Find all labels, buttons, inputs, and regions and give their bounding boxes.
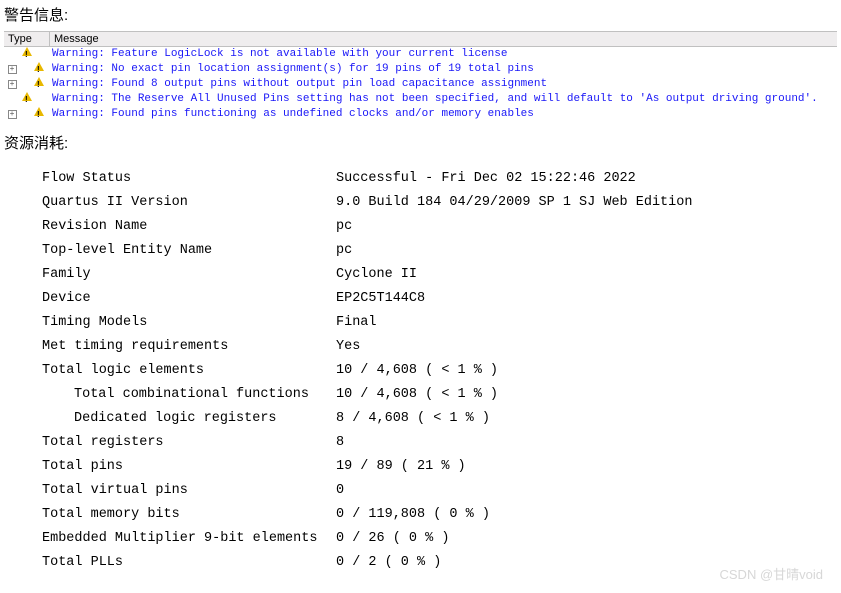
summary-row: FamilyCyclone II	[4, 263, 837, 287]
summary-value: 0	[336, 479, 837, 503]
summary-row: Revision Namepc	[4, 215, 837, 239]
warning-icon	[20, 62, 50, 77]
summary-label: Total memory bits	[4, 503, 336, 527]
summary-row: Timing ModelsFinal	[4, 311, 837, 335]
summary-row: Dedicated logic registers8 / 4,608 ( < 1…	[4, 407, 837, 431]
expand-toggle[interactable]: +	[4, 107, 20, 122]
summary-value: pc	[336, 239, 837, 263]
col-type[interactable]: Type	[4, 32, 50, 46]
summary-label: Met timing requirements	[4, 335, 336, 359]
summary-row: Total combinational functions10 / 4,608 …	[4, 383, 837, 407]
message-row[interactable]: + Warning: Found 8 output pins without ou…	[4, 77, 837, 92]
summary-value: pc	[336, 215, 837, 239]
summary-value: EP2C5T144C8	[336, 287, 837, 311]
resources-title: 资源消耗:	[4, 132, 841, 153]
summary-label: Total combinational functions	[4, 383, 336, 407]
expand-toggle[interactable]: +	[4, 77, 20, 92]
summary-row: Total PLLs0 / 2 ( 0 % )	[4, 551, 837, 575]
summary-label: Family	[4, 263, 336, 287]
summary-row: Total pins19 / 89 ( 21 % )	[4, 455, 837, 479]
summary-row: Total registers8	[4, 431, 837, 455]
message-text: Warning: Found 8 output pins without out…	[50, 77, 837, 92]
summary-value: Yes	[336, 335, 837, 359]
summary-value: 8 / 4,608 ( < 1 % )	[336, 407, 837, 431]
message-text: Warning: No exact pin location assignmen…	[50, 62, 837, 77]
message-text: Warning: Found pins functioning as undef…	[50, 107, 837, 122]
summary-row: Quartus II Version9.0 Build 184 04/29/20…	[4, 191, 837, 215]
summary-label: Total registers	[4, 431, 336, 455]
summary-label: Timing Models	[4, 311, 336, 335]
warning-icon	[20, 92, 50, 107]
message-text: Warning: Feature LogicLock is not availa…	[50, 47, 837, 62]
summary-label: Total PLLs	[4, 551, 336, 575]
summary-row: Total virtual pins0	[4, 479, 837, 503]
summary-value: 10 / 4,608 ( < 1 % )	[336, 383, 837, 407]
summary-value: 9.0 Build 184 04/29/2009 SP 1 SJ Web Edi…	[336, 191, 837, 215]
warning-icon	[20, 107, 50, 122]
summary-label: Device	[4, 287, 336, 311]
summary-label: Total virtual pins	[4, 479, 336, 503]
summary-row: Embedded Multiplier 9-bit elements0 / 26…	[4, 527, 837, 551]
summary-row: Top-level Entity Namepc	[4, 239, 837, 263]
summary-label: Flow Status	[4, 167, 336, 191]
summary-label: Embedded Multiplier 9-bit elements	[4, 527, 336, 551]
summary-label: Quartus II Version	[4, 191, 336, 215]
summary-value: Cyclone II	[336, 263, 837, 287]
summary-row: Flow StatusSuccessful - Fri Dec 02 15:22…	[4, 167, 837, 191]
message-row[interactable]: Warning: The Reserve All Unused Pins set…	[4, 92, 837, 107]
message-pane: Type Message Warning: Feature LogicLock …	[4, 31, 837, 122]
col-message[interactable]: Message	[50, 32, 837, 46]
summary-value: Final	[336, 311, 837, 335]
summary-value: 0 / 119,808 ( 0 % )	[336, 503, 837, 527]
message-header: Type Message	[4, 32, 837, 47]
message-text: Warning: The Reserve All Unused Pins set…	[50, 92, 837, 107]
summary-value: 19 / 89 ( 21 % )	[336, 455, 837, 479]
summary-label: Revision Name	[4, 215, 336, 239]
warnings-title: 警告信息:	[4, 4, 841, 25]
summary-value: 8	[336, 431, 837, 455]
expand-toggle[interactable]: +	[4, 62, 20, 77]
summary-table: Flow StatusSuccessful - Fri Dec 02 15:22…	[4, 161, 837, 575]
summary-row: DeviceEP2C5T144C8	[4, 287, 837, 311]
summary-row: Total memory bits0 / 119,808 ( 0 % )	[4, 503, 837, 527]
warning-icon	[20, 77, 50, 92]
message-list: Warning: Feature LogicLock is not availa…	[4, 47, 837, 122]
summary-label: Top-level Entity Name	[4, 239, 336, 263]
summary-value: 0 / 26 ( 0 % )	[336, 527, 837, 551]
warning-icon	[20, 47, 50, 62]
summary-value: Successful - Fri Dec 02 15:22:46 2022	[336, 167, 837, 191]
summary-value: 10 / 4,608 ( < 1 % )	[336, 359, 837, 383]
message-row[interactable]: + Warning: Found pins functioning as unde…	[4, 107, 837, 122]
summary-row: Total logic elements10 / 4,608 ( < 1 % )	[4, 359, 837, 383]
summary-label: Total pins	[4, 455, 336, 479]
watermark: CSDN @甘晴void	[720, 564, 824, 583]
summary-row: Met timing requirementsYes	[4, 335, 837, 359]
message-row[interactable]: + Warning: No exact pin location assignme…	[4, 62, 837, 77]
summary-label: Dedicated logic registers	[4, 407, 336, 431]
summary-label: Total logic elements	[4, 359, 336, 383]
message-row[interactable]: Warning: Feature LogicLock is not availa…	[4, 47, 837, 62]
